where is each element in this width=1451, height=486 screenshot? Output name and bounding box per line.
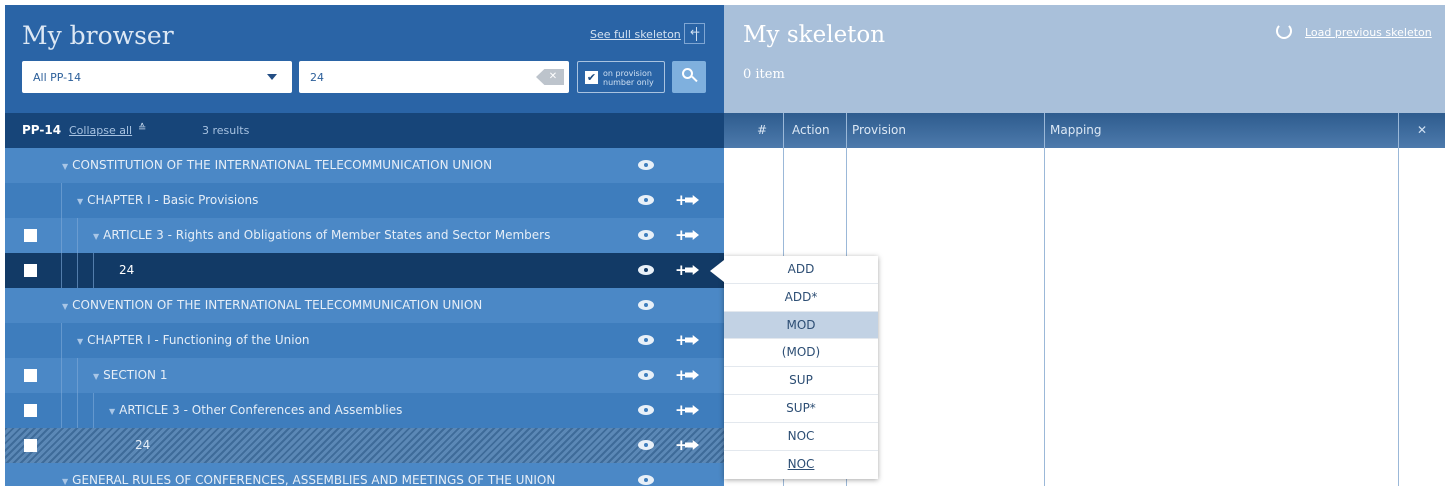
collapse-triangle-icon[interactable]: ▼ xyxy=(93,372,99,381)
action-option-label: NOC xyxy=(787,456,815,471)
tree-row-label: GENERAL RULES OF CONFERENCES, ASSEMBLIES… xyxy=(72,473,556,486)
edition-name: PP-14 xyxy=(22,123,62,137)
tree-row-label: CHAPTER I - Functioning of the Union xyxy=(87,333,310,347)
row-checkbox[interactable] xyxy=(24,264,37,277)
tree-row-label: ARTICLE 3 - Other Conferences and Assemb… xyxy=(119,403,403,417)
action-menu: ADD ADD* MOD (MOD) SUP SUP* NOC NOC xyxy=(710,256,878,479)
collapse-icon: ≙ xyxy=(138,123,147,134)
search-input-value: 24 xyxy=(310,71,324,84)
browser-header: My browser See full skeleton ← All PP-14… xyxy=(5,5,724,113)
chevron-down-icon xyxy=(267,74,277,80)
tree-row-disabled[interactable]: 24 + xyxy=(5,428,724,463)
tree-row-label: SECTION 1 xyxy=(103,368,168,382)
clear-search-icon[interactable]: ✕ xyxy=(536,69,564,85)
tree-row-label: 24 xyxy=(119,263,135,277)
action-option-mod[interactable]: MOD xyxy=(724,311,878,340)
add-to-skeleton-icon[interactable]: + xyxy=(675,402,699,418)
skeleton-header: My skeleton 0 item Load previous skeleto… xyxy=(724,5,1445,113)
collapse-triangle-icon[interactable]: ▼ xyxy=(77,337,83,346)
collapse-triangle-icon[interactable]: ▼ xyxy=(109,407,115,416)
eye-icon[interactable] xyxy=(638,265,654,275)
column-header-provision: Provision xyxy=(852,123,907,137)
load-previous-skeleton-link[interactable]: Load previous skeleton xyxy=(1305,26,1432,39)
tree-row[interactable]: ▼ CONVENTION OF THE INTERNATIONAL TELECOM… xyxy=(5,288,724,323)
row-checkbox[interactable] xyxy=(24,439,37,452)
row-checkbox[interactable] xyxy=(24,229,37,242)
column-divider xyxy=(1398,113,1399,486)
column-header-mapping: Mapping xyxy=(1050,123,1102,137)
action-option-noc-underlined[interactable]: NOC xyxy=(724,451,878,479)
column-divider xyxy=(1044,113,1045,486)
add-to-skeleton-icon[interactable]: + xyxy=(675,192,699,208)
results-bar: PP-14 Collapse all ≙ 3 results xyxy=(5,113,724,148)
edition-select-value: All PP-14 xyxy=(33,71,82,84)
action-option-sup-star[interactable]: SUP* xyxy=(724,395,878,423)
results-count: 3 results xyxy=(202,124,250,137)
row-checkbox[interactable] xyxy=(24,369,37,382)
tree-row-label: ARTICLE 3 - Rights and Obligations of Me… xyxy=(103,228,551,242)
tree-row-label: CONSTITUTION OF THE INTERNATIONAL TELECO… xyxy=(72,158,493,172)
edition-select[interactable]: All PP-14 xyxy=(22,61,292,93)
collapse-triangle-icon[interactable]: ▼ xyxy=(77,197,83,206)
collapse-triangle-icon[interactable]: ▼ xyxy=(62,162,68,171)
eye-icon[interactable] xyxy=(638,230,654,240)
close-icon[interactable]: ✕ xyxy=(1417,123,1427,137)
collapse-triangle-icon[interactable]: ▼ xyxy=(62,477,68,486)
action-option-mod-paren[interactable]: (MOD) xyxy=(724,339,878,368)
add-to-skeleton-icon[interactable]: + xyxy=(675,262,699,278)
tree-row[interactable]: ▼ GENERAL RULES OF CONFERENCES, ASSEMBLIE… xyxy=(5,463,724,486)
browser-panel: My browser See full skeleton ← All PP-14… xyxy=(5,5,724,486)
provision-number-only-toggle[interactable]: ✔ on provision number only xyxy=(577,61,665,93)
eye-icon[interactable] xyxy=(638,440,654,450)
search-button[interactable] xyxy=(672,61,706,93)
tree-row-label: CHAPTER I - Basic Provisions xyxy=(87,193,259,207)
expand-panel-icon[interactable]: ← xyxy=(684,23,705,44)
column-header-action: Action xyxy=(792,123,830,137)
see-full-skeleton-link[interactable]: See full skeleton xyxy=(590,28,681,41)
skeleton-item-count: 0 item xyxy=(743,67,785,82)
eye-icon[interactable] xyxy=(638,195,654,205)
eye-icon[interactable] xyxy=(638,160,654,170)
provision-tree: ▼ CONSTITUTION OF THE INTERNATIONAL TELEC… xyxy=(5,148,724,486)
add-to-skeleton-icon[interactable]: + xyxy=(675,332,699,348)
eye-icon[interactable] xyxy=(638,335,654,345)
tree-row-label: 24 xyxy=(135,438,151,452)
add-to-skeleton-icon[interactable]: + xyxy=(675,367,699,383)
tree-row[interactable]: ▼ CHAPTER I - Functioning of the Union + xyxy=(5,323,724,358)
collapse-all-link[interactable]: Collapse all xyxy=(69,124,132,137)
tree-row[interactable]: ▼ ARTICLE 3 - Other Conferences and Assem… xyxy=(5,393,724,428)
add-to-skeleton-icon[interactable]: + xyxy=(675,227,699,243)
collapse-triangle-icon[interactable]: ▼ xyxy=(93,232,99,241)
eye-icon[interactable] xyxy=(638,370,654,380)
tree-row-label: CONVENTION OF THE INTERNATIONAL TELECOMM… xyxy=(72,298,483,312)
browser-title: My browser xyxy=(22,21,174,50)
skeleton-title: My skeleton xyxy=(743,22,886,48)
eye-icon[interactable] xyxy=(638,405,654,415)
provision-toggle-label: on provision number only xyxy=(603,69,654,87)
search-input[interactable]: 24 ✕ xyxy=(299,61,569,93)
action-option-sup[interactable]: SUP xyxy=(724,367,878,395)
reload-icon[interactable] xyxy=(1276,23,1292,39)
action-option-add-star[interactable]: ADD* xyxy=(724,284,878,312)
action-option-add[interactable]: ADD xyxy=(724,256,878,284)
add-to-skeleton-icon[interactable]: + xyxy=(675,437,699,453)
tree-row[interactable]: ▼ CONSTITUTION OF THE INTERNATIONAL TELEC… xyxy=(5,148,724,183)
column-header-number: # xyxy=(757,123,768,137)
collapse-triangle-icon[interactable]: ▼ xyxy=(62,302,68,311)
tree-row[interactable]: ▼ CHAPTER I - Basic Provisions + xyxy=(5,183,724,218)
tree-row[interactable]: ▼ ARTICLE 3 - Rights and Obligations of M… xyxy=(5,218,724,253)
skeleton-table-header: # Action Provision Mapping ✕ xyxy=(724,113,1445,148)
row-checkbox[interactable] xyxy=(24,404,37,417)
tree-row-selected[interactable]: 24 + xyxy=(5,253,724,288)
tree-row[interactable]: ▼ SECTION 1 + xyxy=(5,358,724,393)
eye-icon[interactable] xyxy=(638,475,654,485)
action-option-noc[interactable]: NOC xyxy=(724,423,878,451)
eye-icon[interactable] xyxy=(638,300,654,310)
checkbox-checked-icon: ✔ xyxy=(585,71,598,84)
